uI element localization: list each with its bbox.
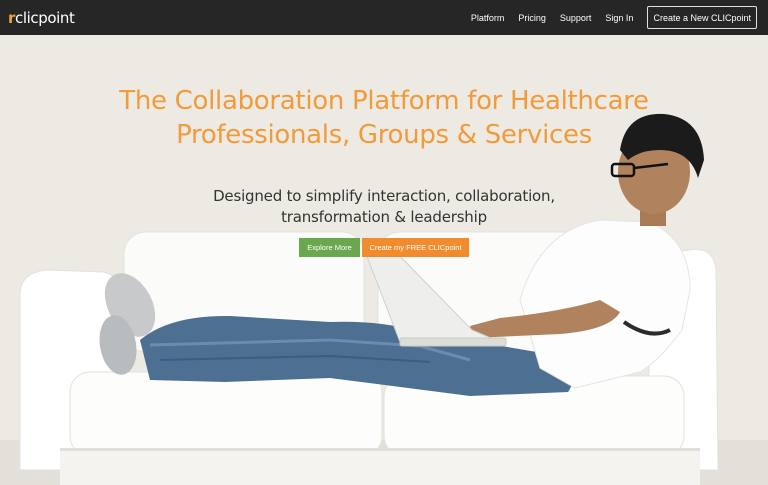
nav-support-link[interactable]: Support xyxy=(560,13,592,23)
hero-subheading-line-2: transformation & leadership xyxy=(281,208,487,226)
hero-headline: The Collaboration Platform for Healthcar… xyxy=(50,84,718,152)
hero-headline-line-1: The Collaboration Platform for Healthcar… xyxy=(119,86,649,116)
explore-more-button[interactable]: Explore More xyxy=(299,238,360,257)
nav-links: Platform Pricing Support Sign In Create … xyxy=(471,0,768,35)
nav-pricing-link[interactable]: Pricing xyxy=(518,13,546,23)
logo-mark: r xyxy=(8,9,15,27)
nav-sign-in-link[interactable]: Sign In xyxy=(605,13,633,23)
nav-platform-link[interactable]: Platform xyxy=(471,13,505,23)
create-free-clicpoint-button[interactable]: Create my FREE CLICpoint xyxy=(362,238,469,257)
top-navbar: rclicpoint Platform Pricing Support Sign… xyxy=(0,0,768,35)
logo-text: clicpoint xyxy=(15,9,75,27)
hero-subheading-line-1: Designed to simplify interaction, collab… xyxy=(213,187,555,205)
create-new-clicpoint-button[interactable]: Create a New CLICpoint xyxy=(647,6,757,29)
hero-headline-line-2: Professionals, Groups & Services xyxy=(176,120,592,150)
hero-cta-buttons: Explore More Create my FREE CLICpoint xyxy=(0,238,768,257)
hero-subheading: Designed to simplify interaction, collab… xyxy=(184,186,584,228)
clicpoint-logo[interactable]: rclicpoint xyxy=(8,9,75,27)
